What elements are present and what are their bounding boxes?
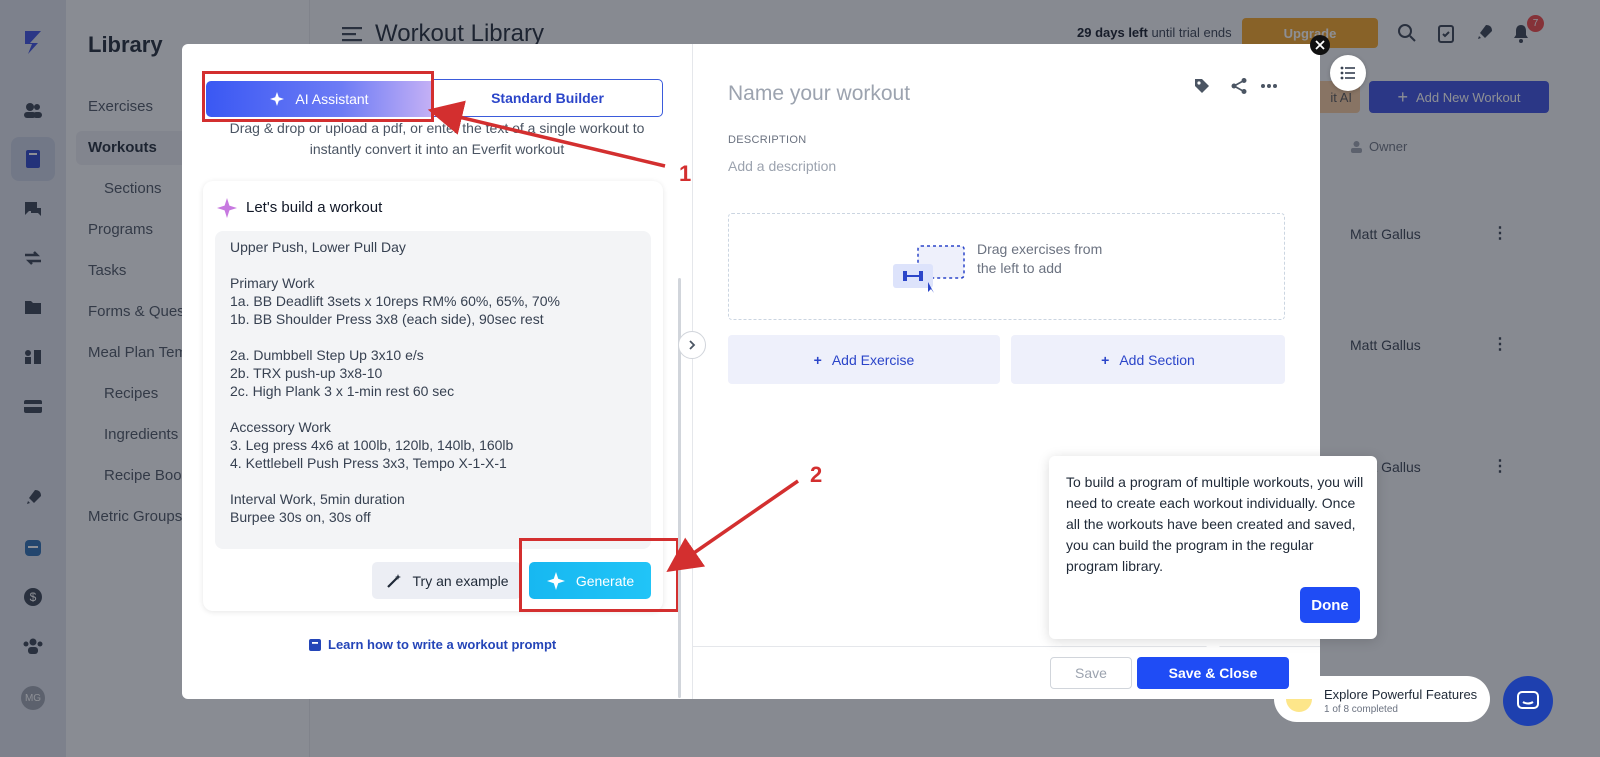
add-exercise-label: Add Exercise bbox=[831, 351, 915, 368]
annotation-box-2 bbox=[519, 538, 679, 612]
try-example-button[interactable]: Try an example bbox=[372, 562, 521, 599]
ai-assistant-pane: AI Assistant Standard Builder Drag & dro… bbox=[182, 44, 692, 699]
prompt-line: 1b. BB Shoulder Press 3x8 (each side), 9… bbox=[230, 311, 544, 327]
prompt-line: 3. Leg press 4x6 at 100lb, 120lb, 140lb,… bbox=[230, 437, 514, 453]
annotation-box-1 bbox=[202, 71, 434, 122]
share-icon[interactable] bbox=[1228, 75, 1250, 97]
description-input[interactable]: Add a description bbox=[728, 158, 836, 174]
add-section-button[interactable]: + Add Section bbox=[1011, 335, 1285, 384]
exercise-dropzone[interactable]: Drag exercises from the left to add bbox=[728, 213, 1285, 320]
prompt-line bbox=[230, 256, 636, 274]
plus-icon: + bbox=[813, 351, 822, 368]
prompt-line: 4. Kettlebell Push Press 3x3, Tempo X-1-… bbox=[230, 455, 507, 471]
drag-exercise-illustration-icon bbox=[893, 245, 965, 293]
chat-icon bbox=[1517, 691, 1539, 709]
save-button[interactable]: Save bbox=[1050, 657, 1132, 689]
description-label: DESCRIPTION bbox=[728, 134, 807, 146]
prompt-line: 2b. TRX push-up 3x8-10 bbox=[230, 365, 383, 381]
tag-icon[interactable] bbox=[1191, 75, 1213, 97]
close-icon bbox=[1315, 40, 1325, 50]
dropzone-text-line: the left to add bbox=[977, 260, 1062, 276]
tab-standard-builder[interactable]: Standard Builder bbox=[432, 79, 663, 117]
plus-icon: + bbox=[1101, 351, 1110, 368]
workout-prompt-textarea[interactable]: Upper Push, Lower Pull Day Primary Work 1a… bbox=[215, 231, 651, 549]
explore-progress: 1 of 8 completed bbox=[1324, 704, 1398, 715]
sparkle-icon bbox=[217, 198, 237, 218]
prompt-line: Accessory Work bbox=[230, 419, 331, 435]
tooltip-text: To build a program of multiple workouts,… bbox=[1066, 474, 1364, 574]
prompt-line: 2a. Dumbbell Step Up 3x10 e/s bbox=[230, 347, 424, 363]
tooltip-done-button[interactable]: Done bbox=[1300, 587, 1360, 623]
add-section-label: Add Section bbox=[1119, 351, 1195, 368]
workout-outline-button[interactable] bbox=[1330, 55, 1366, 91]
save-and-close-button[interactable]: Save & Close bbox=[1137, 657, 1289, 689]
add-exercise-button[interactable]: + Add Exercise bbox=[728, 335, 1000, 384]
workout-name-input[interactable]: Name your workout bbox=[728, 82, 910, 106]
support-chat-button[interactable] bbox=[1503, 676, 1553, 726]
card-title: Let's build a workout bbox=[246, 199, 383, 216]
ai-help-text: Drag & drop or upload a pdf, or enter th… bbox=[229, 120, 645, 157]
prompt-line: Upper Push, Lower Pull Day bbox=[230, 239, 406, 255]
try-example-label: Try an example bbox=[412, 572, 509, 589]
explore-title: Explore Powerful Features bbox=[1324, 687, 1478, 702]
prompt-line: Interval Work, 5min duration bbox=[230, 491, 405, 507]
book-icon bbox=[309, 638, 321, 651]
magic-wand-icon bbox=[386, 573, 401, 588]
modal-footer: Save Save & Close bbox=[693, 646, 1320, 699]
program-info-tooltip: To build a program of multiple workouts,… bbox=[1049, 456, 1377, 639]
prompt-line bbox=[230, 472, 636, 490]
annotation-label-1: 1 bbox=[679, 161, 692, 186]
annotation-label-2: 2 bbox=[810, 462, 823, 487]
learn-prompt-link[interactable]: Learn how to write a workout prompt bbox=[308, 637, 556, 652]
learn-prompt-label: Learn how to write a workout prompt bbox=[328, 637, 557, 652]
prompt-line bbox=[230, 328, 636, 346]
dropzone-text-line: Drag exercises from bbox=[977, 241, 1103, 257]
prompt-line bbox=[230, 400, 636, 418]
close-modal-button[interactable] bbox=[1310, 35, 1330, 55]
list-icon bbox=[1340, 66, 1355, 80]
prompt-line: Burpee 30s on, 30s off bbox=[230, 509, 371, 525]
prompt-line: 1a. BB Deadlift 3sets x 10reps RM% 60%, … bbox=[230, 293, 560, 309]
prompt-line: Primary Work bbox=[230, 275, 315, 291]
more-options-icon[interactable] bbox=[1258, 75, 1280, 97]
dropzone-text: Drag exercises from the left to add bbox=[977, 240, 1102, 278]
prompt-line: 2c. High Plank 3 x 1-min rest 60 sec bbox=[230, 383, 455, 399]
